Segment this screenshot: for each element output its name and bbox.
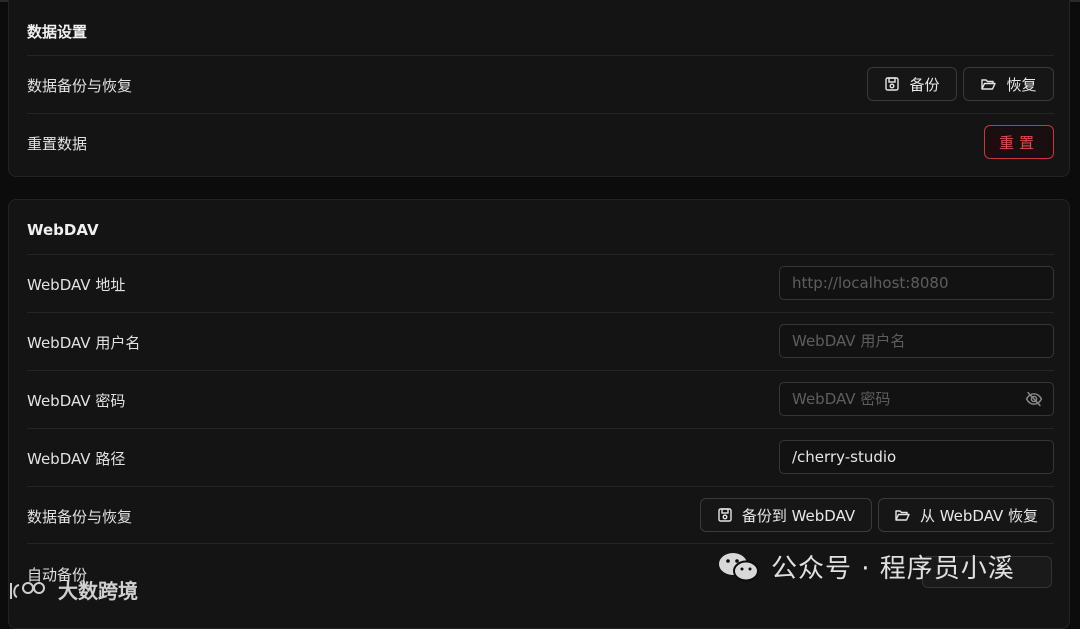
data-settings-card: 数据设置 数据备份与恢复 备份 恢复 重置数据 重置 [8, 0, 1070, 177]
divider [27, 370, 1054, 371]
watermark-right: 公众号 · 程序员小溪 [717, 548, 1015, 585]
folder-open-icon [981, 79, 997, 90]
logo-icon [10, 581, 45, 599]
restore-from-webdav-button[interactable]: 从 WebDAV 恢复 [878, 498, 1054, 532]
watermark-left: 大数跨境 [8, 575, 138, 604]
watermark-right-text: 公众号 · 程序员小溪 [771, 554, 1015, 584]
webdav-user-input[interactable] [779, 324, 1054, 358]
webdav-path-input[interactable] [779, 440, 1054, 474]
restore-button[interactable]: 恢复 [963, 67, 1054, 101]
data-backup-label: 数据备份与恢复 [27, 77, 133, 95]
divider [27, 254, 1054, 255]
restore-button-label: 恢复 [1006, 75, 1037, 94]
webdav-user-label: WebDAV 用户名 [27, 334, 141, 352]
watermark-left-text: 大数跨境 [58, 579, 138, 603]
divider [27, 55, 1054, 56]
webdav-password-input[interactable] [779, 382, 1054, 416]
divider [27, 113, 1054, 114]
webdav-title: WebDAV [27, 221, 99, 239]
divider [27, 428, 1054, 429]
restore-from-webdav-label: 从 WebDAV 恢复 [919, 506, 1039, 525]
save-icon [718, 508, 732, 522]
save-icon [885, 77, 900, 91]
backup-to-webdav-button[interactable]: 备份到 WebDAV [700, 498, 872, 532]
eye-off-icon[interactable] [1025, 390, 1043, 408]
divider [27, 486, 1054, 487]
divider [27, 312, 1054, 313]
backup-button[interactable]: 备份 [867, 67, 957, 101]
webdav-host-label: WebDAV 地址 [27, 276, 126, 294]
wechat-icon [719, 552, 759, 581]
webdav-host-input[interactable] [779, 266, 1054, 300]
webdav-path-label: WebDAV 路径 [27, 450, 126, 468]
backup-button-label: 备份 [909, 75, 940, 94]
data-settings-title: 数据设置 [27, 23, 88, 41]
reset-data-label: 重置数据 [27, 135, 88, 153]
backup-to-webdav-label: 备份到 WebDAV [741, 506, 856, 525]
reset-button-label: 重置 [998, 133, 1039, 152]
folder-open-icon [895, 510, 910, 521]
divider [27, 543, 1054, 544]
reset-button[interactable]: 重置 [984, 125, 1054, 159]
webdav-password-label: WebDAV 密码 [27, 392, 126, 410]
webdav-backup-label: 数据备份与恢复 [27, 508, 133, 526]
